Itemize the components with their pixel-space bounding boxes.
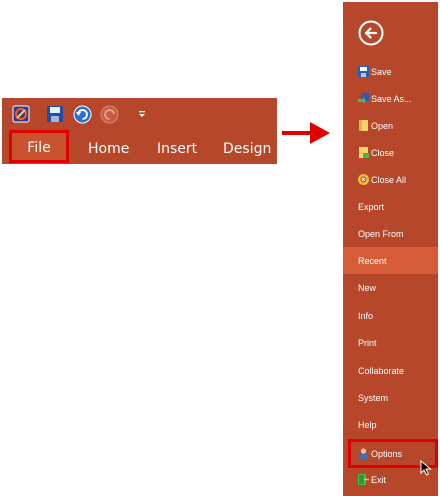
menu-item-recent[interactable]: Recent [343,247,438,274]
back-arrow-icon[interactable] [358,20,384,46]
menu-item-close-all[interactable]: Close All [343,166,438,193]
close-doc-icon [358,147,369,158]
menu-item-open-from[interactable]: Open From [343,220,438,247]
menu-item-label: Options [371,448,403,459]
menu-item-label: System [358,392,389,403]
menu-item-save[interactable]: Save [343,58,438,85]
save-as-icon [358,93,369,104]
ribbon-tabs: File Home Insert Design [2,130,277,164]
menu-item-label: Print [358,337,377,348]
tab-design[interactable]: Design [223,136,271,162]
tab-insert[interactable]: Insert [157,136,197,162]
menu-item-info[interactable]: Info [343,302,438,329]
menu-item-help[interactable]: Help [343,411,438,438]
app-icon[interactable] [11,104,31,124]
menu-item-system[interactable]: System [343,384,438,411]
save-icon[interactable] [45,104,65,124]
tab-home[interactable]: Home [88,136,129,162]
menu-item-label: Info [358,310,374,321]
tab-file[interactable]: File [9,130,69,163]
exit-icon [358,474,369,485]
mouse-cursor-icon [420,460,432,476]
backstage-menu: Save Save As... Open Close Close All Exp… [343,2,438,496]
undo-icon[interactable] [72,104,92,124]
menu-item-open[interactable]: Open [343,112,438,139]
menu-item-label: Close All [371,174,407,185]
quick-access-toolbar [2,98,277,130]
menu-item-print[interactable]: Print [343,329,438,356]
user-options-icon [358,448,369,459]
menu-item-label: Collaborate [358,365,405,376]
redo-icon[interactable] [99,104,119,124]
ribbon: File Home Insert Design [2,98,277,164]
menu-item-export[interactable]: Export [343,193,438,220]
menu-item-label: Recent [358,255,387,266]
menu-item-label: Help [358,419,377,430]
menu-item-label: Export [358,201,385,212]
customize-chevron-icon[interactable] [132,104,152,124]
menu-item-label: Open From [358,228,404,239]
menu-item-label: Save As... [371,93,412,104]
menu-item-label: Open [371,120,394,131]
menu-item-close[interactable]: Close [343,139,438,166]
floppy-icon [358,66,369,77]
menu-item-collaborate[interactable]: Collaborate [343,357,438,384]
menu-item-label: Close [371,147,395,158]
menu-item-save-as[interactable]: Save As... [343,85,438,112]
close-all-icon [358,174,369,185]
menu-item-new[interactable]: New [343,274,438,301]
menu-item-label: Exit [371,474,387,485]
menu-item-label: Save [371,66,392,77]
menu-item-label: New [358,282,377,293]
pointer-arrow-icon [282,122,330,144]
folder-icon [358,120,369,131]
